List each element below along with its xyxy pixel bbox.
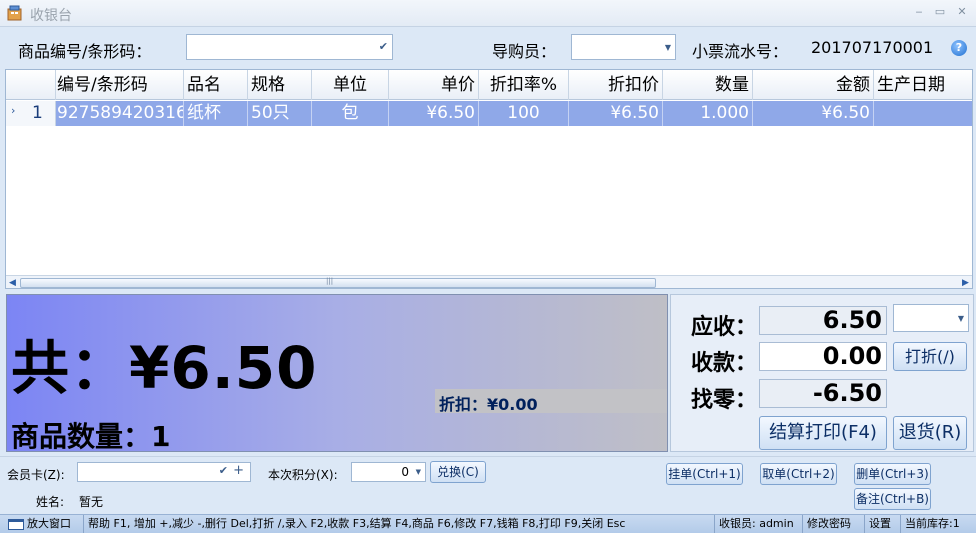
points-label: 本次积分(X): [268,468,338,482]
dropdown-arrow-icon[interactable]: ▼ [416,468,421,476]
discount-summary: 折扣：¥0.00 [435,389,667,414]
receivable-label: 应收： [691,315,758,340]
member-name-label: 姓名: [36,495,65,509]
dropdown-arrow-icon[interactable]: ▼ [958,314,964,323]
row-header-corner [6,70,56,100]
checkout-print-button[interactable]: 结算打印(F4) [759,416,887,450]
receivable-value: 6.50 [759,306,887,335]
current-row-icon: › [11,104,16,117]
row-indicator[interactable]: › 1 [6,101,56,126]
member-bar: 会员卡(Z): ✔ + 本次积分(X): 0 ▼ 兑换(C) 姓名: 暂无 挂单… [0,456,976,514]
refund-button[interactable]: 退货(R) [893,416,967,450]
summary-panel: 共：¥6.50 折扣：¥0.00 商品数量：1 [6,294,668,453]
check-icon[interactable]: ✔ [219,464,228,477]
chevron-down-icon[interactable]: ✔ [379,40,388,53]
add-icon[interactable]: + [233,463,244,478]
item-count: 商品数量：1 [11,420,171,453]
row-number: 1 [32,103,43,123]
shortcut-help-text: 帮助 F1, 增加 +,减少 -,删行 Del,打折 /,录入 F2,收款 F3… [84,515,715,533]
col-code[interactable]: 编号/条形码 [56,70,184,100]
product-code-label: 商品编号/条形码： [18,42,152,61]
change-label: 找零： [691,388,758,413]
col-discount-rate[interactable]: 折扣率% [479,70,569,100]
guide-label: 导购员： [492,42,557,61]
col-unit[interactable]: 单位 [312,70,389,100]
horizontal-scrollbar[interactable]: ◀ ||| ▶ [6,275,972,288]
settings-link[interactable]: 设置 [865,515,901,533]
change-value: -6.50 [759,379,887,408]
note-button[interactable]: 备注(Ctrl+B) [854,488,931,510]
cell-unit[interactable]: 包 [312,101,389,126]
table-row[interactable]: 927589420316 纸杯 50只 包 ¥6.50 100 ¥6.50 1.… [6,101,972,126]
title-bar: 收银台 ‒ ▭ ✕ [0,0,976,27]
received-label: 收款： [691,351,758,376]
app-icon [7,5,22,21]
col-name[interactable]: 品名 [184,70,248,100]
grid-header: 编号/条形码 品名 规格 单位 单价 折扣率% 折扣价 数量 金额 生产日期 [6,70,972,100]
exchange-button[interactable]: 兑换(C) [430,461,486,483]
fetch-order-button[interactable]: 取单(Ctrl+2) [760,463,837,485]
cell-code[interactable]: 927589420316 [56,101,184,126]
product-code-input[interactable]: ✔ [186,34,393,60]
dropdown-arrow-icon[interactable]: ▼ [665,43,671,52]
scrollbar-thumb[interactable] [20,278,656,288]
col-date[interactable]: 生产日期 [874,70,972,100]
window-title: 收银台 [30,8,72,24]
cell-amount[interactable]: ¥6.50 [753,101,874,126]
cell-discount-price[interactable]: ¥6.50 [569,101,663,126]
hang-order-button[interactable]: 挂单(Ctrl+1) [666,463,743,485]
items-grid: 编号/条形码 品名 规格 单位 单价 折扣率% 折扣价 数量 金额 生产日期 9… [5,69,973,289]
change-password-link[interactable]: 修改密码 [803,515,865,533]
cell-name[interactable]: 纸杯 [184,101,248,126]
cashier-info: 收银员: admin [715,515,803,533]
receivable-option-select[interactable]: ▼ [893,304,969,332]
receipt-number: 201707170001 [811,38,934,57]
close-button[interactable]: ✕ [953,4,971,20]
scroll-right-icon[interactable]: ▶ [962,276,969,288]
enlarge-window-button[interactable]: 放大窗口 [4,515,84,533]
payment-panel: 应收： 6.50 ▼ 收款： 0.00 打折(/) 找零： -6.50 结算打印… [670,294,974,452]
discount-button[interactable]: 打折(/) [893,342,967,371]
stock-info: 当前库存:1 [905,517,960,530]
cell-discount-rate[interactable]: 100 [479,101,569,126]
col-spec[interactable]: 规格 [248,70,312,100]
search-bar: 商品编号/条形码： ✔ 导购员： ▼ 小票流水号： 201707170001 ? [0,28,976,68]
received-input[interactable]: 0.00 [759,342,887,371]
help-icon[interactable]: ? [951,40,967,56]
total-amount: 共：¥6.50 [11,334,318,402]
guide-select[interactable]: ▼ [571,34,676,60]
member-card-label: 会员卡(Z): [7,468,65,482]
col-discount-price[interactable]: 折扣价 [569,70,663,100]
window-icon [8,518,24,530]
col-amount[interactable]: 金额 [753,70,874,100]
scroll-left-icon[interactable]: ◀ [9,276,16,288]
member-name-value: 暂无 [79,495,104,509]
cell-price[interactable]: ¥6.50 [389,101,479,126]
col-price[interactable]: 单价 [389,70,479,100]
scroll-grip-icon: ||| [326,277,334,285]
cell-spec[interactable]: 50只 [248,101,312,126]
cell-qty[interactable]: 1.000 [663,101,753,126]
receipt-label: 小票流水号： [692,42,789,61]
col-qty[interactable]: 数量 [663,70,753,100]
maximize-button[interactable]: ▭ [931,4,949,20]
minimize-button[interactable]: ‒ [910,4,928,20]
points-select[interactable]: 0 ▼ [351,462,426,482]
delete-order-button[interactable]: 删单(Ctrl+3) [854,463,931,485]
member-card-input[interactable]: ✔ + [77,462,251,482]
cell-date[interactable] [874,101,972,126]
status-bar: 放大窗口 帮助 F1, 增加 +,减少 -,删行 Del,打折 /,录入 F2,… [0,514,976,533]
